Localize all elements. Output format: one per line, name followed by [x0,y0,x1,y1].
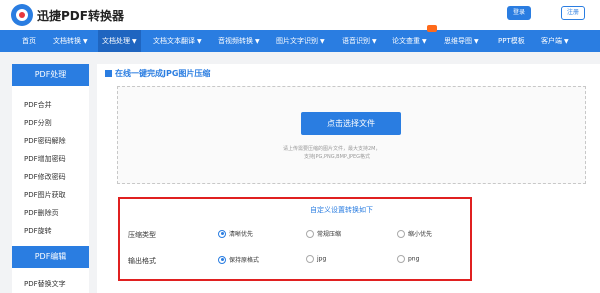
nav-item-speech[interactable]: 语音识别 ▼ [342,30,377,52]
nav-item-av-convert[interactable]: 音视频转换 ▼ [218,30,260,52]
radio-icon[interactable] [397,229,405,238]
settings-heading: 自定义设置转换如下 [310,206,373,214]
sidebar-section-pdf-edit: PDF编辑 [12,246,89,268]
sidebar-item-pdf-replace-text[interactable]: PDF替换文字 [24,279,66,289]
page-title: 在线一键完成JPG图片压缩 [115,69,211,78]
radio-icon[interactable] [397,255,405,263]
sidebar-item-pdf-delete-page[interactable]: PDF删除页 [24,208,59,218]
compress-option-normal[interactable]: 常规压缩 [306,229,341,238]
sidebar-item-pdf-rotate[interactable]: PDF旋转 [24,226,52,236]
chevron-down-icon: ▼ [422,38,427,45]
nav-item-plagiarism[interactable]: 论文查重 ▼ [392,30,427,52]
sidebar-item-pdf-merge[interactable]: PDF合并 [24,100,52,110]
sidebar-item-pdf-unlock[interactable]: PDF密码解除 [24,136,66,146]
format-option-png[interactable]: png [397,255,419,263]
select-file-button[interactable]: 点击选择文件 [301,112,401,135]
output-format-label: 输出格式 [128,257,156,265]
chevron-down-icon: ▼ [197,38,202,45]
nav-item-home[interactable]: 首页 [22,30,36,52]
register-button[interactable]: 注册 [561,6,585,20]
radio-icon[interactable] [306,229,314,238]
format-option-keep[interactable]: 保持原格式 [218,255,259,264]
chevron-down-icon: ▼ [320,38,325,45]
chevron-down-icon: ▼ [132,38,137,45]
radio-icon[interactable] [306,255,314,263]
upload-hint-size: 请上传需要压缩的图片文件，最大支持2M， [283,146,381,152]
radio-selected-icon[interactable] [218,229,226,238]
conversion-settings-panel [118,197,472,281]
sidebar-section-pdf-process: PDF处理 [12,64,89,86]
title-marker-icon [105,70,112,77]
chevron-down-icon: ▼ [372,38,377,45]
chevron-down-icon: ▼ [474,38,479,45]
main-nav: 首页 文档转换 ▼ 文档处理 ▼ 文档文本翻译 ▼ 音视频转换 ▼ 图片文字识别 ▼ 语音… [0,25,600,52]
format-option-jpg[interactable]: jpg [306,255,326,263]
sidebar-item-pdf-add-password[interactable]: PDF增加密码 [24,154,66,164]
upload-dropzone[interactable] [117,86,586,184]
nav-item-ocr[interactable]: 图片文字识别 ▼ [276,30,325,52]
nav-item-doc-translate[interactable]: 文档文本翻译 ▼ [153,30,202,52]
nav-item-mindmap[interactable]: 思维导图 ▼ [444,30,479,52]
chevron-down-icon: ▼ [83,38,88,45]
nav-item-doc-convert[interactable]: 文档转换 ▼ [53,30,88,52]
sidebar-item-pdf-split[interactable]: PDF分割 [24,118,52,128]
nav-item-ppt[interactable]: PPT模板 [498,30,525,52]
brand-logo-icon[interactable] [11,4,33,26]
login-button[interactable]: 登录 [507,6,531,20]
chevron-down-icon: ▼ [564,38,569,45]
nav-item-doc-process[interactable]: 文档处理 ▼ [98,30,141,52]
top-bar: 迅捷PDF转换器 登录 注册 [0,0,600,30]
hot-badge-icon [427,25,437,32]
compress-option-smaller[interactable]: 缩小优先 [397,229,432,238]
brand-name[interactable]: 迅捷PDF转换器 [37,7,124,24]
sidebar: PDF处理 PDF合并 PDF分割 PDF密码解除 PDF增加密码 PDF修改密… [12,64,89,293]
sidebar-item-pdf-change-password[interactable]: PDF修改密码 [24,172,66,182]
chevron-down-icon: ▼ [255,38,260,45]
compress-option-clarity[interactable]: 清晰优先 [218,229,253,238]
sidebar-item-pdf-image-extract[interactable]: PDF图片获取 [24,190,66,200]
radio-selected-icon[interactable] [218,255,226,264]
upload-hint-formats: 支持JPG,PNG,BMP,JPEG格式 [304,154,371,160]
nav-item-client[interactable]: 客户端 ▼ [541,30,569,52]
compress-type-label: 压缩类型 [128,231,156,239]
